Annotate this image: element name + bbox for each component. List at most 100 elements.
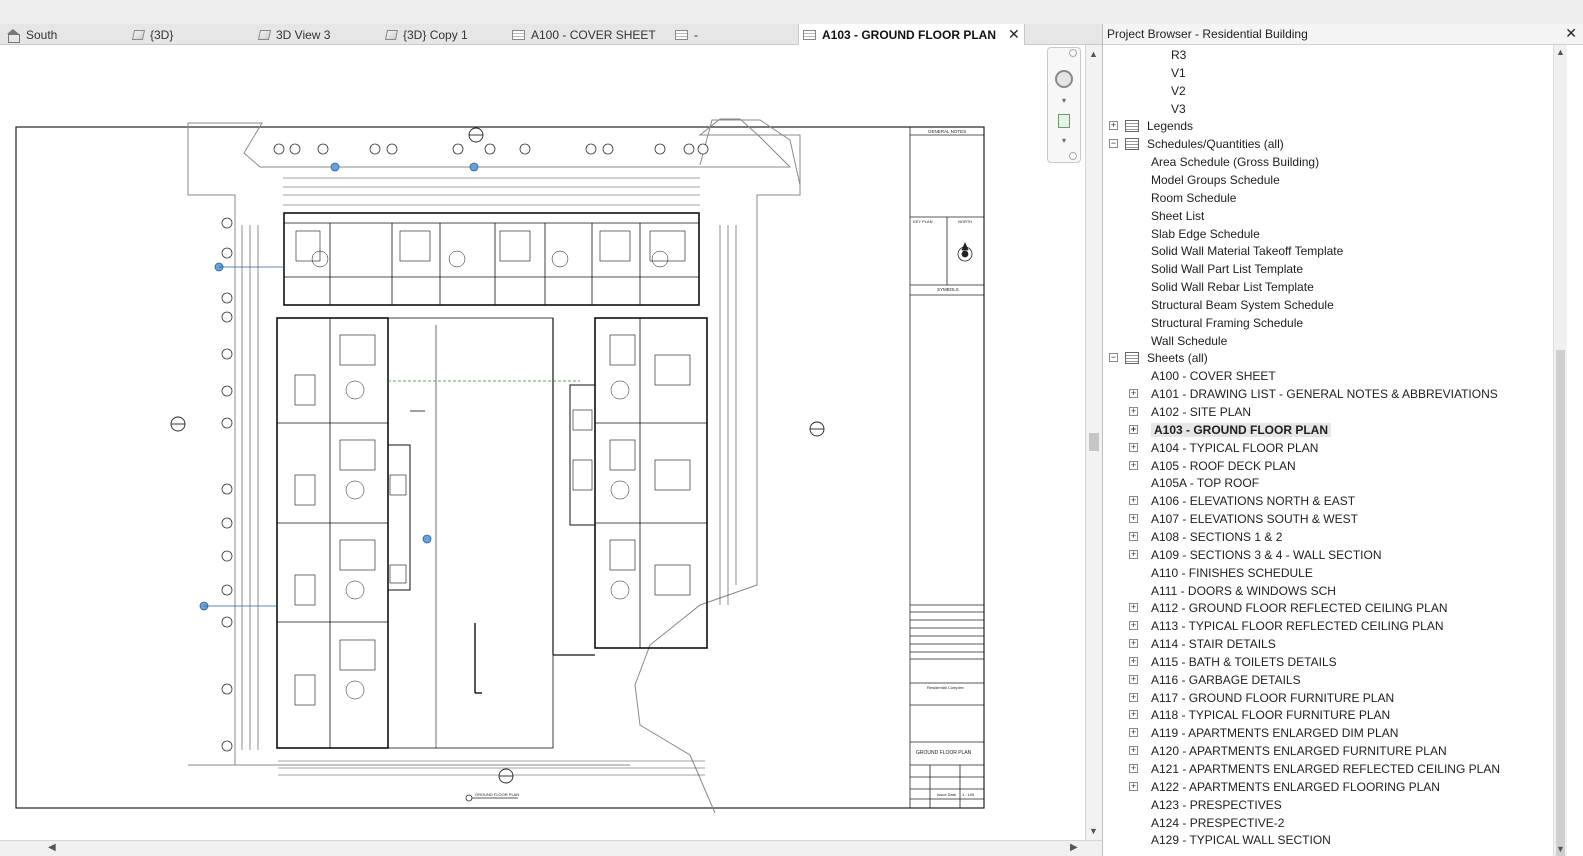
tree-item[interactable]: Sheet List	[1103, 207, 1553, 225]
close-icon[interactable]	[1069, 49, 1077, 57]
settings-icon[interactable]	[1069, 152, 1077, 160]
zoom-icon[interactable]	[1058, 114, 1070, 128]
scroll-down-icon[interactable]: ▼	[1089, 826, 1098, 836]
tree-item[interactable]: + A118 - TYPICAL FLOOR FURNITURE PLAN	[1103, 706, 1553, 724]
drawing-canvas[interactable]: GROUND FLOOR PLAN GENERAL NOTES KEY PLAN…	[0, 45, 1085, 840]
expand-icon[interactable]: +	[1129, 460, 1138, 470]
expand-icon[interactable]: +	[1129, 710, 1138, 720]
expand-icon[interactable]: +	[1109, 121, 1118, 131]
scroll-left-icon[interactable]: ◀	[48, 842, 56, 853]
scroll-thumb[interactable]	[1089, 433, 1099, 451]
tree-item[interactable]: + A104 - TYPICAL FLOOR PLAN	[1103, 439, 1553, 457]
scroll-right-icon[interactable]: ▶	[1070, 842, 1078, 853]
tab-3d-view-3[interactable]: 3D View 3	[257, 24, 330, 45]
tree-item[interactable]: + A122 - APARTMENTS ENLARGED FLOORING PLA…	[1103, 778, 1553, 796]
north-label: NORTH	[958, 219, 972, 224]
expand-icon[interactable]: +	[1129, 728, 1138, 738]
tree-item[interactable]: V2	[1103, 82, 1553, 100]
expand-icon[interactable]: +	[1129, 389, 1138, 399]
schedule-icon	[1125, 138, 1139, 151]
tab-south[interactable]: South	[6, 24, 57, 45]
scroll-up-icon[interactable]: ▲	[1089, 49, 1098, 59]
tree-item[interactable]: A111 - DOORS & WINDOWS SCH	[1103, 582, 1553, 600]
close-tab-icon[interactable]: ✕	[1008, 26, 1020, 43]
tree-item[interactable]: + A106 - ELEVATIONS NORTH & EAST	[1103, 492, 1553, 510]
scroll-down-icon[interactable]: ▼	[1556, 844, 1565, 854]
expand-icon[interactable]: +	[1129, 549, 1138, 559]
steering-wheel-icon[interactable]	[1055, 70, 1073, 88]
tree-item[interactable]: R3	[1103, 46, 1553, 64]
expand-icon[interactable]: +	[1129, 603, 1138, 613]
tree-item[interactable]: + A102 - SITE PLAN	[1103, 403, 1553, 421]
tree-item[interactable]: + A116 - GARBAGE DETAILS	[1103, 671, 1553, 689]
tab-a103-ground-floor-plan[interactable]: A103 - GROUND FLOOR PLAN ✕	[798, 24, 1025, 45]
tree-item[interactable]: Structural Framing Schedule	[1103, 314, 1553, 332]
expand-icon[interactable]: +	[1129, 764, 1138, 773]
tab-3d-copy-1[interactable]: {3D} Copy 1	[384, 24, 468, 45]
tree-item[interactable]: A105A - TOP ROOF	[1103, 474, 1553, 492]
expand-icon[interactable]: +	[1129, 424, 1138, 434]
collapse-icon[interactable]: −	[1109, 353, 1118, 363]
tree-item[interactable]: Wall Schedule	[1103, 332, 1553, 350]
tree-item[interactable]: A129 - TYPICAL WALL SECTION	[1103, 831, 1553, 849]
tree-item[interactable]: + A120 - APARTMENTS ENLARGED FURNITURE PL…	[1103, 742, 1553, 760]
tree-item[interactable]: + A115 - BATH & TOILETS DETAILS	[1103, 653, 1553, 671]
tree-item[interactable]: V3	[1103, 100, 1553, 118]
tree-item[interactable]: + A114 - STAIR DETAILS	[1103, 635, 1553, 653]
tree-item[interactable]: + Legends	[1103, 117, 1553, 135]
chevron-down-icon[interactable]: ▾	[1062, 96, 1066, 105]
expand-icon[interactable]: +	[1129, 496, 1138, 506]
expand-icon[interactable]: +	[1129, 692, 1138, 702]
tree-item[interactable]: + A119 - APARTMENTS ENLARGED DIM PLAN	[1103, 724, 1553, 742]
expand-icon[interactable]: +	[1129, 514, 1138, 524]
tree-item[interactable]: A100 - COVER SHEET	[1103, 367, 1553, 385]
canvas-horizontal-scrollbar[interactable]: ◀ ▶	[0, 840, 1102, 856]
expand-icon[interactable]: +	[1129, 531, 1138, 541]
tree-item[interactable]: − Schedules/Quantities (all)	[1103, 135, 1553, 153]
expand-icon[interactable]: +	[1129, 746, 1138, 756]
expand-icon[interactable]: +	[1129, 656, 1138, 666]
expand-icon[interactable]: +	[1129, 781, 1138, 791]
tree-item-label: A115 - BATH & TOILETS DETAILS	[1151, 654, 1337, 669]
expand-icon[interactable]: +	[1129, 674, 1138, 684]
tree-item[interactable]: Area Schedule (Gross Building)	[1103, 153, 1553, 171]
tree-item[interactable]: Model Groups Schedule	[1103, 171, 1553, 189]
tree-item[interactable]: Room Schedule	[1103, 189, 1553, 207]
scroll-up-icon[interactable]: ▲	[1556, 47, 1565, 57]
expand-icon[interactable]: +	[1129, 442, 1138, 452]
canvas-vertical-scrollbar[interactable]: ▲ ▼	[1085, 45, 1102, 840]
tab-a100-cover-sheet[interactable]: A100 - COVER SHEET	[512, 24, 656, 45]
tree-item[interactable]: Slab Edge Schedule	[1103, 225, 1553, 243]
close-icon[interactable]: ✕	[1565, 25, 1577, 42]
expand-icon[interactable]: +	[1129, 639, 1138, 649]
tab-3d[interactable]: {3D}	[131, 24, 173, 45]
tree-item[interactable]: A110 - FINISHES SCHEDULE	[1103, 564, 1553, 582]
expand-icon[interactable]: +	[1129, 407, 1138, 416]
tab-untitled-sheet[interactable]: -	[675, 24, 698, 45]
tree-item[interactable]: + A112 - GROUND FLOOR REFLECTED CEILING P…	[1103, 599, 1553, 617]
chevron-down-icon[interactable]: ▾	[1062, 136, 1066, 145]
navigation-bar[interactable]: ▾ ▾	[1047, 47, 1081, 163]
tree-item[interactable]: + A109 - SECTIONS 3 & 4 - WALL SECTION	[1103, 546, 1553, 564]
tree-item[interactable]: Solid Wall Rebar List Template	[1103, 278, 1553, 296]
scroll-thumb[interactable]	[1556, 350, 1565, 856]
tree-item[interactable]: Solid Wall Part List Template	[1103, 260, 1553, 278]
tree-item[interactable]: + A107 - ELEVATIONS SOUTH & WEST	[1103, 510, 1553, 528]
expand-icon[interactable]: +	[1129, 621, 1138, 631]
tree-item[interactable]: + A103 - GROUND FLOOR PLAN	[1103, 421, 1553, 439]
tree-item[interactable]: + A105 - ROOF DECK PLAN	[1103, 457, 1553, 475]
tree-item[interactable]: + A113 - TYPICAL FLOOR REFLECTED CEILING …	[1103, 617, 1553, 635]
tree-item[interactable]: A124 - PRESPECTIVE-2	[1103, 814, 1553, 832]
tree-item[interactable]: − Sheets (all)	[1103, 349, 1553, 367]
tree-item[interactable]: V1	[1103, 64, 1553, 82]
tree-item[interactable]: + A117 - GROUND FLOOR FURNITURE PLAN	[1103, 689, 1553, 707]
tree-item[interactable]: + A101 - DRAWING LIST - GENERAL NOTES & A…	[1103, 385, 1553, 403]
scale-value: 1 : 100	[962, 792, 975, 797]
project-browser-scrollbar[interactable]: ▲ ▼	[1553, 45, 1567, 856]
tree-item[interactable]: A123 - PRESPECTIVES	[1103, 796, 1553, 814]
tree-item[interactable]: Solid Wall Material Takeoff Template	[1103, 242, 1553, 260]
tree-item[interactable]: + A121 - APARTMENTS ENLARGED REFLECTED CE…	[1103, 760, 1553, 778]
tree-item[interactable]: Structural Beam System Schedule	[1103, 296, 1553, 314]
tree-item[interactable]: + A108 - SECTIONS 1 & 2	[1103, 528, 1553, 546]
collapse-icon[interactable]: −	[1109, 139, 1118, 149]
